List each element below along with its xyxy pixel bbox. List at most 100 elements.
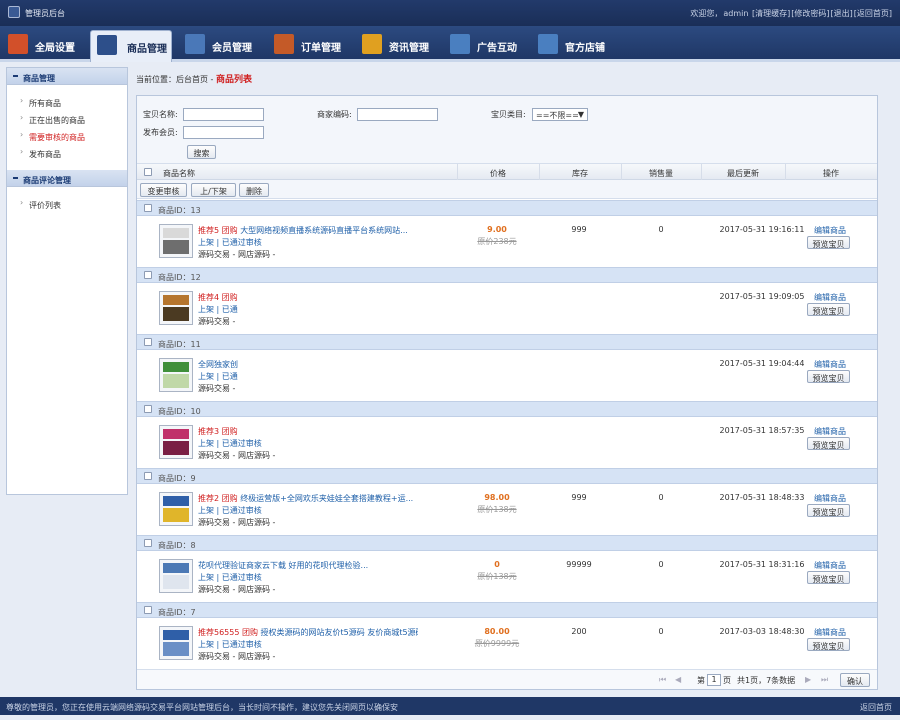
logout-link[interactable]: [退出] <box>831 9 853 18</box>
back-home-link[interactable]: [返回首页] <box>854 9 892 18</box>
last-page-icon[interactable]: ⏭ <box>821 675 828 685</box>
confirm-button[interactable]: 确认 <box>840 673 870 687</box>
product-stock: 999 <box>571 225 587 234</box>
thumb-bottom-block <box>163 374 189 388</box>
product-title[interactable]: 终极运营版+全网欢乐夹娃娃全套搭建教程+运... <box>240 494 413 503</box>
delete-button[interactable]: 删除 <box>239 183 269 197</box>
edit-product-link[interactable]: 编辑商品 <box>805 493 855 504</box>
product-thumbnail[interactable] <box>159 358 193 392</box>
product-thumbnail[interactable] <box>159 626 193 660</box>
preview-product-button[interactable]: 预览宝贝 <box>807 638 850 651</box>
nav-product-management[interactable]: 商品管理 <box>90 30 172 62</box>
nav-global-settings[interactable]: 全局设置 <box>8 30 88 60</box>
product-thumbnail[interactable] <box>159 492 193 526</box>
main-nav: 全局设置 商品管理 会员管理 订单管理 资讯管理 广告互动 官方店铺 <box>0 26 900 62</box>
product-title[interactable]: 授权类源码的网站友价t5源码 友价商城t5源码... <box>261 628 418 637</box>
row-checkbox[interactable] <box>144 539 152 547</box>
page-input[interactable]: 1 <box>707 674 721 686</box>
sidebar-item-on-sale[interactable]: 正在出售的商品 <box>7 111 127 128</box>
product-name[interactable]: 推荐4 团购 <box>198 292 418 303</box>
row-checkbox[interactable] <box>144 606 152 614</box>
product-name[interactable]: 推荐2 团购 终极运营版+全网欢乐夹娃娃全套搭建教程+运... <box>198 493 418 504</box>
row-checkbox[interactable] <box>144 271 152 279</box>
product-id: 商品ID：11 <box>158 340 201 349</box>
edit-product-link[interactable]: 编辑商品 <box>805 627 855 638</box>
product-status[interactable]: 上架 | 已通过审核 <box>198 438 262 449</box>
product-status[interactable]: 上架 | 已通 <box>198 371 238 382</box>
category-select[interactable]: ==不限== ▼ <box>532 108 588 121</box>
product-title[interactable]: 全网独家创 <box>198 360 238 369</box>
admin-title: 管理员后台 <box>25 9 65 18</box>
nav-ad-interaction[interactable]: 广告互动 <box>450 30 530 60</box>
preview-product-button[interactable]: 预览宝贝 <box>807 236 850 249</box>
edit-product-link[interactable]: 编辑商品 <box>805 292 855 303</box>
row-checkbox[interactable] <box>144 338 152 346</box>
member-input[interactable] <box>183 126 264 139</box>
breadcrumb-current: 商品列表 <box>215 75 252 85</box>
product-name[interactable]: 花呗代理验证商家云下载 好用的花呗代理检验... <box>198 560 418 571</box>
footer-home-link[interactable]: 返回首页 <box>860 702 892 713</box>
product-title[interactable]: 花呗代理验证商家云下载 好用的花呗代理检验... <box>198 561 368 570</box>
product-name[interactable]: 推荐3 团购 <box>198 426 418 437</box>
nav-news-management[interactable]: 资讯管理 <box>362 30 442 60</box>
breadcrumb-home[interactable]: 后台首页 <box>176 75 208 84</box>
product-stock: 999 <box>571 493 587 502</box>
search-button[interactable]: 搜索 <box>187 145 216 159</box>
bulk-toolbar: 变更审核 上/下架 删除 <box>137 180 877 199</box>
first-page-icon[interactable]: ⏮ <box>659 675 666 685</box>
members-icon <box>185 34 205 54</box>
product-status[interactable]: 上架 | 已通过审核 <box>198 505 262 516</box>
product-name[interactable]: 全网独家创 <box>198 359 418 370</box>
sidebar-section-reviews[interactable]: 商品评论管理 <box>7 170 127 187</box>
product-id: 商品ID：9 <box>158 474 196 483</box>
row-checkbox[interactable] <box>144 405 152 413</box>
sidebar-item-need-review[interactable]: 需要审核的商品 <box>7 128 127 145</box>
prev-page-icon[interactable]: ◀ <box>675 675 681 684</box>
product-thumbnail[interactable] <box>159 559 193 593</box>
change-password-link[interactable]: [修改密码] <box>791 9 829 18</box>
row-checkbox[interactable] <box>144 472 152 480</box>
merchant-code-input[interactable] <box>357 108 438 121</box>
clear-cache-link[interactable]: [清理缓存] <box>752 9 790 18</box>
nav-order-management[interactable]: 订单管理 <box>274 30 354 60</box>
preview-product-button[interactable]: 预览宝贝 <box>807 437 850 450</box>
row-group-header: 商品ID：8 <box>137 535 877 551</box>
edit-product-link[interactable]: 编辑商品 <box>805 359 855 370</box>
product-status[interactable]: 上架 | 已通过审核 <box>198 237 262 248</box>
product-category: 源码交易 - 网店源码 - <box>198 250 276 259</box>
thumb-top-block <box>163 295 189 305</box>
original-price: 原价138元 <box>477 505 517 514</box>
sidebar-section-product[interactable]: 商品管理 <box>7 68 127 85</box>
toggle-shelf-button[interactable]: 上/下架 <box>191 183 236 197</box>
preview-product-button[interactable]: 预览宝贝 <box>807 370 850 383</box>
change-review-button[interactable]: 变更审核 <box>140 183 187 197</box>
product-name-input[interactable] <box>183 108 264 121</box>
nav-member-management[interactable]: 会员管理 <box>185 30 265 60</box>
product-thumbnail[interactable] <box>159 291 193 325</box>
footer-notice: 尊敬的管理员，您正在使用云端网络源码交易平台网站管理后台，当长时间不操作，建议您… <box>6 703 398 712</box>
preview-product-button[interactable]: 预览宝贝 <box>807 504 850 517</box>
product-title[interactable]: 大型网络视频直播系统源码直播平台系统网站... <box>240 226 408 235</box>
product-status[interactable]: 上架 | 已通过审核 <box>198 572 262 583</box>
product-status[interactable]: 上架 | 已通 <box>198 304 238 315</box>
product-thumbnail[interactable] <box>159 425 193 459</box>
product-tags: 推荐2 团购 <box>198 494 238 503</box>
product-thumbnail[interactable] <box>159 224 193 258</box>
next-page-icon[interactable]: ▶ <box>805 675 811 684</box>
edit-product-link[interactable]: 编辑商品 <box>805 426 855 437</box>
edit-product-link[interactable]: 编辑商品 <box>805 560 855 571</box>
table-row: 推荐2 团购 终极运营版+全网欢乐夹娃娃全套搭建教程+运... 上架 | 已通过审… <box>137 484 877 535</box>
product-name[interactable]: 推荐56555 团购 授权类源码的网站友价t5源码 友价商城t5源码... <box>198 627 418 638</box>
sidebar-item-review-list[interactable]: 评价列表 <box>7 196 127 213</box>
preview-product-button[interactable]: 预览宝贝 <box>807 571 850 584</box>
select-all-checkbox[interactable] <box>144 168 152 176</box>
sidebar-item-all-products[interactable]: 所有商品 <box>7 94 127 111</box>
nav-official-store[interactable]: 官方店铺 <box>538 30 618 60</box>
preview-product-button[interactable]: 预览宝贝 <box>807 303 850 316</box>
edit-product-link[interactable]: 编辑商品 <box>805 225 855 236</box>
row-checkbox[interactable] <box>144 204 152 212</box>
sidebar-item-publish[interactable]: 发布商品 <box>7 145 127 162</box>
product-status[interactable]: 上架 | 已通过审核 <box>198 639 262 650</box>
header-stock: 库存 <box>572 169 588 178</box>
product-name[interactable]: 推荐5 团购 大型网络视频直播系统源码直播平台系统网站... <box>198 225 418 236</box>
